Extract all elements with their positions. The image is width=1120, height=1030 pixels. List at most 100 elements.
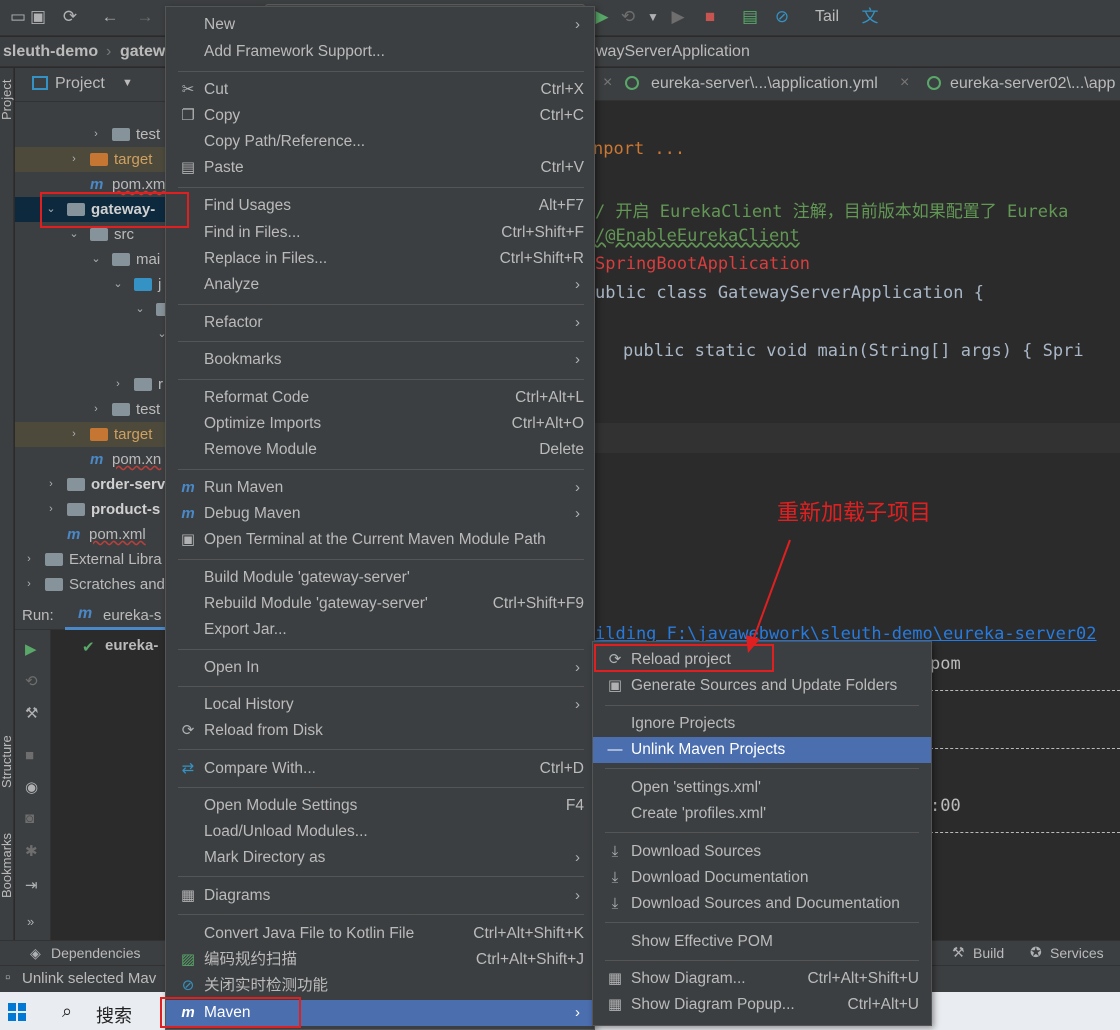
taskbar-search-label[interactable]: 搜索 (96, 1002, 132, 1028)
chevron-right-icon[interactable]: › (112, 372, 124, 397)
refresh-icon[interactable]: ⟳ (60, 7, 80, 27)
search-icon[interactable]: ⌕ (62, 1001, 72, 1022)
project-tree-item[interactable]: ⌄ j (15, 272, 165, 297)
menu-item-disable-realtime-check[interactable]: ⊘ 关闭实时检测功能 (166, 973, 594, 999)
project-tree-item[interactable]: › target (15, 422, 165, 447)
debug-icon[interactable]: ⟲ (618, 7, 638, 27)
eye-icon[interactable]: ◉ (25, 778, 38, 796)
menu-item-copy-path[interactable]: Copy Path/Reference... (166, 129, 594, 155)
save-icon[interactable]: ▣ (28, 7, 48, 27)
stop-icon[interactable]: ■ (25, 747, 34, 764)
run-icon[interactable]: ▶ (592, 7, 612, 27)
chevron-down-icon[interactable]: ⌄ (112, 272, 124, 297)
chevron-right-icon[interactable]: › (45, 497, 57, 522)
menu-item-optimize-imports[interactable]: Optimize Imports Ctrl+Alt+O (166, 411, 594, 437)
menu-item-copy[interactable]: ❐ Copy Ctrl+C (166, 103, 594, 129)
bug-icon[interactable]: ✱ (25, 842, 38, 860)
chevron-down-icon[interactable]: ⌄ (90, 247, 102, 272)
dependencies-tab[interactable]: Dependencies (51, 945, 141, 961)
chevron-right-icon[interactable]: › (90, 122, 102, 147)
open-folder-icon[interactable]: ▭ (8, 7, 28, 27)
chevron-down-icon[interactable]: ▼ (122, 77, 133, 89)
services-tab[interactable]: Services (1050, 945, 1104, 961)
monitor-icon[interactable]: ▤ (740, 7, 760, 27)
menu-item-new[interactable]: New › (166, 12, 594, 38)
menu-item-local-history[interactable]: Local History › (166, 692, 594, 718)
project-tree-item[interactable]: m pom.xn (15, 447, 165, 472)
project-panel-title[interactable]: Project (55, 75, 105, 93)
menu-item-refactor[interactable]: Refactor › (166, 310, 594, 336)
submenu-item-download-sources-and-docs[interactable]: ⤓ Download Sources and Documentation (593, 891, 931, 917)
submenu-item-download-sources[interactable]: ⤓ Download Sources (593, 839, 931, 865)
close-icon[interactable]: × (900, 74, 909, 92)
project-tree-item[interactable]: ⌄ mai (15, 247, 165, 272)
wrench-icon[interactable]: ⚒ (25, 704, 38, 722)
menu-item-code-scan[interactable]: ▨ 编码规约扫描 Ctrl+Alt+Shift+J (166, 947, 594, 973)
submenu-item-show-effective-pom[interactable]: Show Effective POM (593, 929, 931, 955)
menu-item-add-framework-support[interactable]: Add Framework Support... (166, 39, 594, 65)
stop-icon[interactable]: ■ (700, 7, 720, 27)
chevron-right-icon[interactable]: › (68, 147, 80, 172)
submenu-item-ignore-projects[interactable]: Ignore Projects (593, 711, 931, 737)
chevron-down-icon[interactable]: ⌄ (156, 322, 165, 347)
menu-item-find-usages[interactable]: Find Usages Alt+F7 (166, 193, 594, 219)
menu-item-load-unload-modules[interactable]: Load/Unload Modules... (166, 819, 594, 845)
menu-item-open-in[interactable]: Open In › (166, 655, 594, 681)
close-icon[interactable]: × (603, 74, 612, 92)
chevron-right-icon[interactable]: › (90, 397, 102, 422)
forward-icon[interactable]: → (135, 7, 155, 27)
structure-tool-tab[interactable]: Structure (0, 735, 14, 788)
coverage-icon[interactable]: ▶ (668, 7, 688, 27)
submenu-item-show-diagram-popup[interactable]: ▦ Show Diagram Popup... Ctrl+Alt+U (593, 992, 931, 1018)
chevron-right-icon[interactable]: › (45, 472, 57, 497)
tail-button[interactable]: Tail (815, 8, 839, 26)
run-tree-item[interactable]: eureka- (105, 637, 158, 654)
menu-item-mark-directory-as[interactable]: Mark Directory as › (166, 845, 594, 871)
submenu-item-open-settings-xml[interactable]: Open 'settings.xml' (593, 775, 931, 801)
menu-item-open-terminal[interactable]: ▣ Open Terminal at the Current Maven Modu… (166, 527, 594, 553)
project-tree-item[interactable]: › target (15, 147, 165, 172)
menu-item-convert-to-kotlin[interactable]: Convert Java File to Kotlin File Ctrl+Alt… (166, 921, 594, 947)
chevron-right-icon[interactable]: › (23, 572, 35, 597)
login-icon[interactable]: ⇥ (25, 876, 38, 894)
menu-item-reformat-code[interactable]: Reformat Code Ctrl+Alt+L (166, 385, 594, 411)
breadcrumb-module[interactable]: gatew (120, 43, 165, 61)
submenu-item-unlink-maven-projects[interactable]: — Unlink Maven Projects (593, 737, 931, 763)
chevron-down-icon[interactable]: ⌄ (134, 297, 146, 322)
editor-tab[interactable]: eureka-server02\...\app (950, 75, 1115, 93)
project-tree-item[interactable]: › test (15, 122, 165, 147)
menu-item-find-in-files[interactable]: Find in Files... Ctrl+Shift+F (166, 220, 594, 246)
breadcrumb-project[interactable]: sleuth-demo (3, 43, 98, 61)
submenu-item-generate-sources[interactable]: ▣ Generate Sources and Update Folders (593, 673, 931, 699)
submenu-item-create-profiles-xml[interactable]: Create 'profiles.xml' (593, 801, 931, 827)
project-tree-item[interactable]: ⌄ (15, 297, 165, 322)
build-tab[interactable]: Build (973, 945, 1004, 961)
menu-item-build-module[interactable]: Build Module 'gateway-server' (166, 565, 594, 591)
menu-item-diagrams[interactable]: ▦ Diagrams › (166, 883, 594, 909)
project-tree-item[interactable]: › External Libra (15, 547, 165, 572)
project-tree-item[interactable]: › r (15, 372, 165, 397)
menu-item-rebuild-module[interactable]: Rebuild Module 'gateway-server' Ctrl+Shif… (166, 591, 594, 617)
menu-item-remove-module[interactable]: Remove Module Delete (166, 437, 594, 463)
submenu-item-show-diagram[interactable]: ▦ Show Diagram... Ctrl+Alt+Shift+U (593, 966, 931, 992)
run-tab[interactable]: eureka-s (103, 607, 161, 624)
project-tree-item[interactable]: ⌄ (15, 322, 165, 347)
menu-item-analyze[interactable]: Analyze › (166, 272, 594, 298)
camera-icon[interactable]: ◙ (25, 810, 34, 827)
menu-item-export-jar[interactable]: Export Jar... (166, 617, 594, 643)
project-tree-item[interactable]: › order-serv (15, 472, 165, 497)
menu-item-paste[interactable]: ▤ Paste Ctrl+V (166, 155, 594, 181)
menu-item-replace-in-files[interactable]: Replace in Files... Ctrl+Shift+R (166, 246, 594, 272)
menu-item-compare-with[interactable]: ⇄ Compare With... Ctrl+D (166, 756, 594, 782)
translate-icon[interactable]: 文 (860, 7, 880, 27)
code-editor[interactable]: nport ... / 开启 EurekaClient 注解，目前版本如果配置了… (593, 68, 1120, 613)
menu-item-cut[interactable]: ✂ Cut Ctrl+X (166, 77, 594, 103)
project-tree-item[interactable] (15, 347, 165, 372)
project-tree-item[interactable]: › Scratches and (15, 572, 165, 597)
chevron-right-icon[interactable]: › (68, 422, 80, 447)
no-entry-icon[interactable]: ⊘ (772, 7, 792, 27)
windows-start-icon[interactable] (8, 1003, 26, 1021)
project-tree-item[interactable]: m pom.xml (15, 522, 165, 547)
debug-run-icon[interactable]: ⟲ (25, 672, 38, 690)
project-tree-item[interactable]: › test (15, 397, 165, 422)
